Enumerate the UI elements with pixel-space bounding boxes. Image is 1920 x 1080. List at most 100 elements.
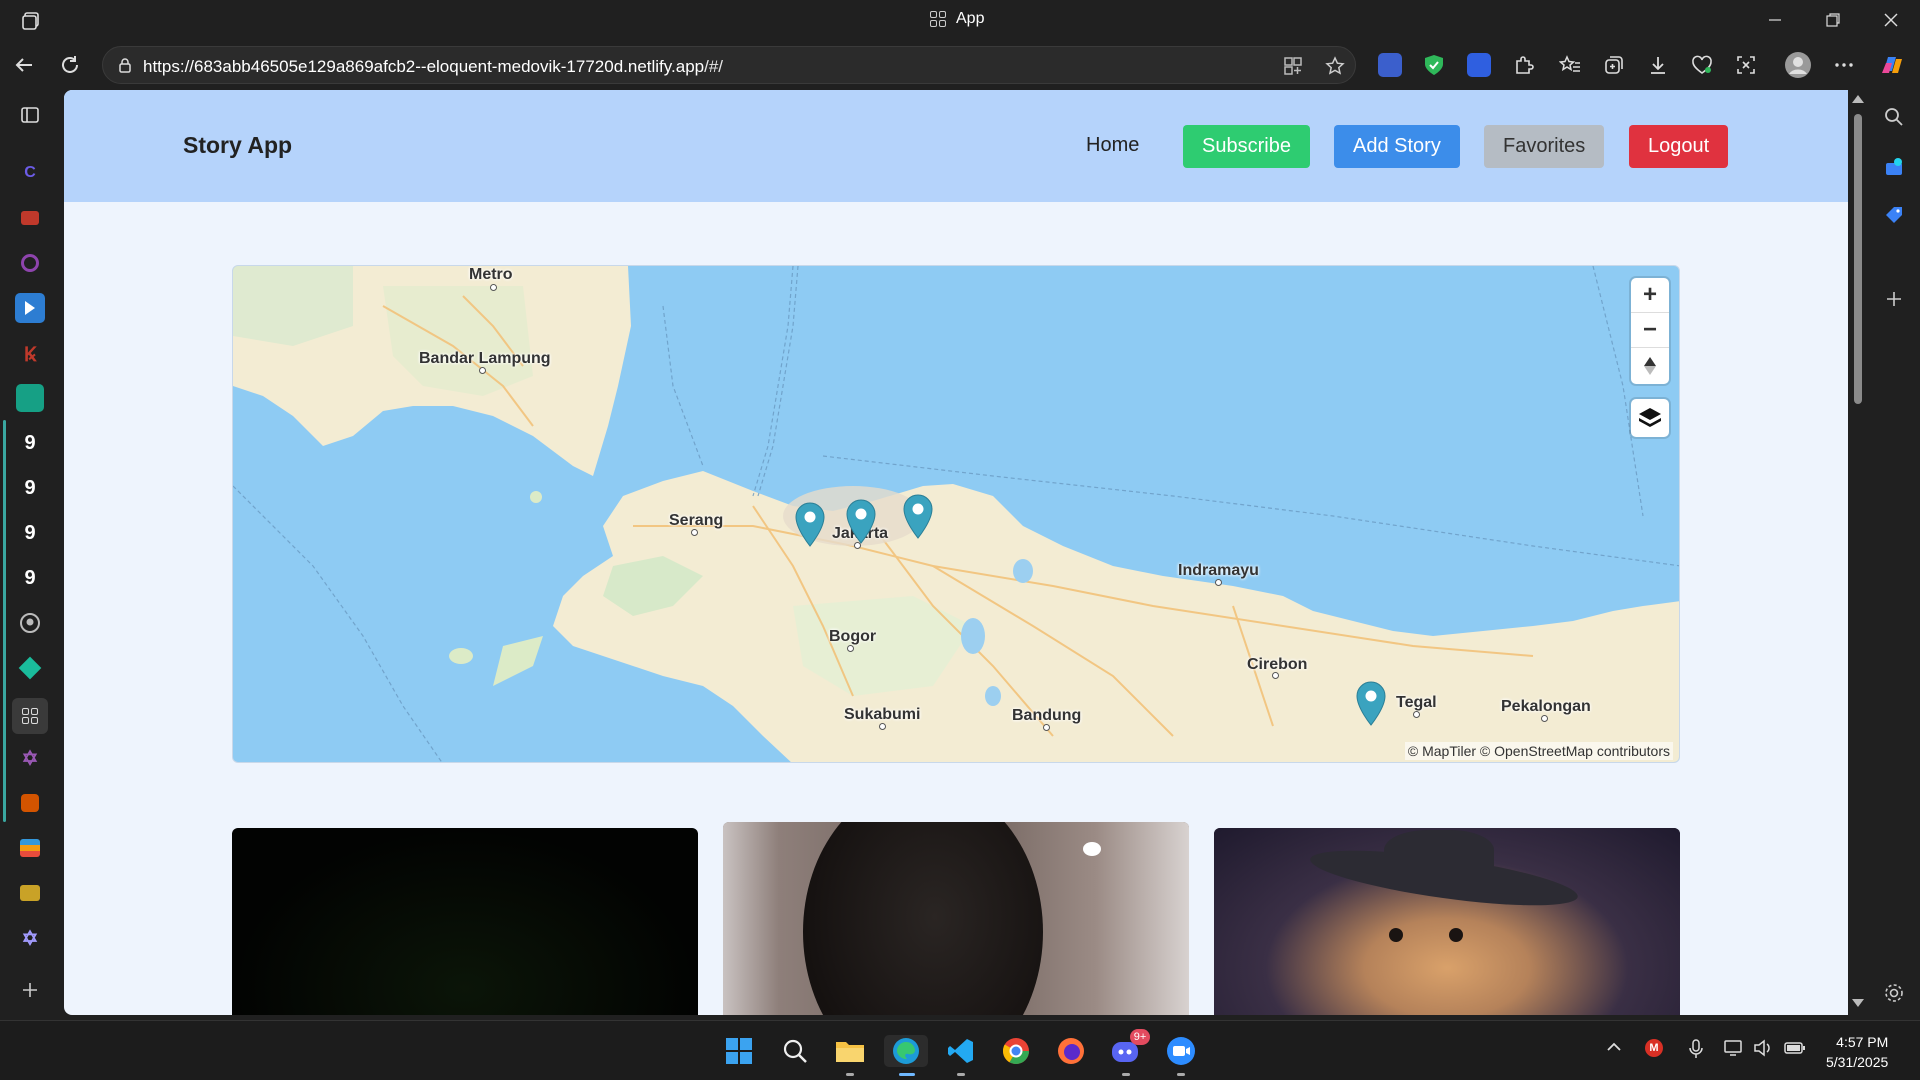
tab-player-icon[interactable] (15, 293, 45, 323)
story-marker-1[interactable] (794, 501, 826, 547)
sidebar-shopping-button[interactable] (1881, 154, 1907, 180)
tab-teal-app-icon[interactable] (15, 383, 45, 413)
folder-icon (836, 1042, 864, 1062)
close-button[interactable] (1868, 0, 1914, 40)
app-brand[interactable]: Story App (183, 132, 292, 159)
taskbar-firefox[interactable] (1055, 1035, 1087, 1067)
city-dot (691, 529, 698, 536)
taskbar-search-button[interactable] (779, 1035, 811, 1067)
minimize-button[interactable] (1752, 0, 1798, 40)
more-menu-button[interactable] (1826, 48, 1862, 82)
lock-icon[interactable] (117, 57, 133, 73)
reset-bearing-button[interactable] (1631, 348, 1669, 383)
sidebar-search-button[interactable] (1881, 104, 1907, 130)
tray-volume-icon[interactable] (1753, 1039, 1773, 1062)
tab-star-app-icon[interactable]: ✡ (15, 743, 45, 773)
taskbar-chrome[interactable] (1000, 1035, 1032, 1067)
taskbar-edge[interactable] (884, 1035, 928, 1067)
firefox-icon (1058, 1038, 1084, 1064)
tab-orange-app-icon[interactable] (15, 788, 45, 818)
subscribe-button[interactable]: Subscribe (1183, 125, 1310, 168)
vertical-tabs-sidebar: C Ꝃ 9 9 9 9 ✡ ✡ (0, 90, 62, 1020)
chrome-icon (1002, 1038, 1030, 1065)
scroll-down-arrow-icon[interactable] (1852, 999, 1864, 1007)
clock-time: 4:57 PM (1836, 1034, 1889, 1050)
story-marker-2[interactable] (845, 498, 877, 544)
page-scrollbar[interactable] (1848, 90, 1868, 1015)
tab-yellow-app-icon[interactable] (15, 878, 45, 908)
download-icon (1651, 57, 1665, 74)
scrollbar-thumb[interactable] (1854, 114, 1862, 404)
zoom-in-button[interactable]: + (1631, 278, 1669, 313)
tab-stack-app-icon[interactable] (15, 833, 45, 863)
favorites-button[interactable]: Favorites (1484, 125, 1605, 168)
back-button[interactable] (6, 48, 42, 82)
add-story-button[interactable]: Add Story (1334, 125, 1460, 168)
extensions-button[interactable] (1506, 48, 1542, 82)
tab-canva-icon[interactable]: C (15, 158, 45, 188)
copilot-button[interactable] (1874, 48, 1910, 82)
nav-home-link[interactable]: Home (1086, 134, 1139, 157)
scroll-up-arrow-icon[interactable] (1852, 95, 1864, 103)
taskbar-discord[interactable]: 9+ (1110, 1029, 1150, 1067)
tab-purple-star-icon[interactable]: ✡ (15, 923, 45, 953)
tray-overflow-button[interactable] (1606, 1039, 1622, 1060)
screenshot-button[interactable] (1728, 48, 1764, 82)
restore-button[interactable] (1810, 0, 1856, 40)
extension-translate-icon[interactable] (1378, 53, 1402, 77)
profile-button[interactable] (1780, 48, 1816, 82)
city-dot (1413, 711, 1420, 718)
taskbar-file-explorer[interactable] (834, 1035, 866, 1067)
story-map[interactable]: Metro Bandar Lampung Serang Jakarta Bogo… (232, 265, 1680, 763)
city-dot (1043, 724, 1050, 731)
story-card-2[interactable] (723, 822, 1189, 1015)
tab-9gag-3-icon[interactable]: 9 (15, 518, 45, 548)
tab-app-k-icon[interactable]: Ꝃ (15, 338, 45, 368)
story-marker-3[interactable] (902, 493, 934, 539)
tab-obs-icon[interactable] (15, 248, 45, 278)
city-label-tegal: Tegal (1396, 694, 1437, 711)
system-clock[interactable]: 4:57 PM 5/31/2025 (1826, 1032, 1888, 1072)
sidebar-tag-button[interactable] (1881, 202, 1907, 228)
story-card-3[interactable] (1214, 828, 1680, 1015)
tab-video-icon[interactable] (15, 203, 45, 233)
address-bar[interactable]: https://683abb46505e129a869afcb2--eloque… (102, 46, 1356, 84)
tray-gmail-icon[interactable]: M (1645, 1039, 1663, 1057)
start-button[interactable] (723, 1035, 755, 1067)
tab-green-diamond-icon[interactable] (15, 653, 45, 683)
workspaces-icon[interactable] (20, 10, 42, 32)
performance-button[interactable] (1684, 48, 1720, 82)
city-label-serang: Serang (669, 512, 724, 529)
collections-button[interactable] (1596, 48, 1632, 82)
reload-button[interactable] (52, 48, 88, 82)
tab-story-app-active[interactable] (12, 698, 48, 734)
zoom-out-button[interactable]: − (1631, 313, 1669, 348)
sidebar-add-button[interactable] (1881, 286, 1907, 312)
city-label-pekalongan: Pekalongan (1501, 698, 1591, 715)
tab-9gag-1-icon[interactable]: 9 (15, 428, 45, 458)
story-card-1[interactable] (232, 828, 698, 1015)
tab-9gag-4-icon[interactable]: 9 (15, 563, 45, 593)
story-marker-4[interactable] (1355, 680, 1387, 726)
app-available-icon[interactable] (1283, 56, 1303, 76)
extension-shield-icon[interactable] (1422, 53, 1446, 77)
taskbar-zoom[interactable] (1165, 1035, 1197, 1067)
extension-bitwarden-icon[interactable] (1467, 53, 1491, 77)
heart-pulse-icon (1692, 55, 1712, 74)
favorite-star-icon[interactable] (1325, 56, 1345, 76)
tray-network-icon[interactable] (1724, 1039, 1744, 1062)
sidebar-toggle-button[interactable] (15, 100, 45, 130)
tray-battery-icon[interactable] (1784, 1039, 1806, 1062)
logout-button[interactable]: Logout (1629, 125, 1729, 168)
favorites-button[interactable] (1552, 48, 1588, 82)
layer-switcher-button[interactable] (1631, 399, 1669, 437)
downloads-button[interactable] (1640, 48, 1676, 82)
tray-microphone-icon[interactable] (1688, 1039, 1704, 1064)
map-attribution[interactable]: © MapTiler © OpenStreetMap contributors (1404, 742, 1673, 760)
new-tab-button[interactable] (15, 975, 45, 1005)
taskbar-vscode[interactable] (945, 1035, 977, 1067)
tab-9gag-2-icon[interactable]: 9 (15, 473, 45, 503)
url-text[interactable]: https://683abb46505e129a869afcb2--eloque… (143, 57, 723, 77)
sidebar-settings-button[interactable] (1881, 980, 1907, 1006)
tab-github-icon[interactable] (15, 608, 45, 638)
